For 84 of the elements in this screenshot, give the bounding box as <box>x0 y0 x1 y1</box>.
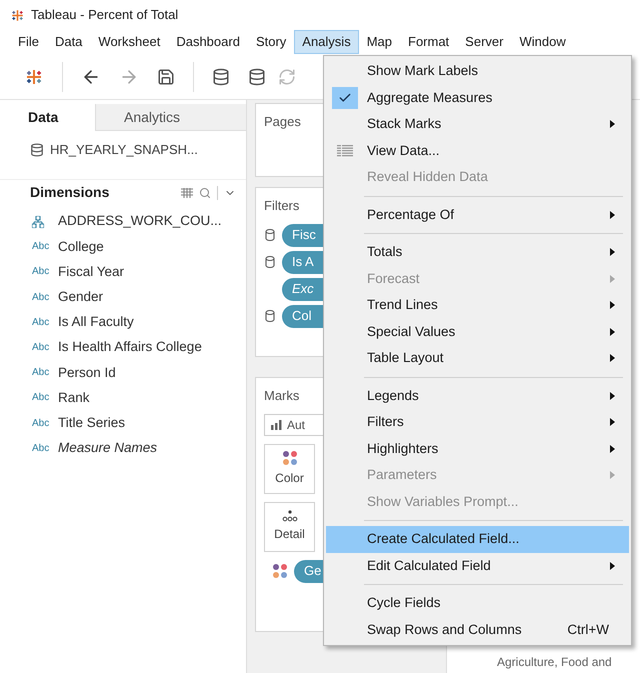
dimension-field[interactable]: Is Health Affairs College <box>58 337 202 358</box>
table-grid-icon <box>336 144 352 157</box>
detail-dots-icon <box>282 510 298 522</box>
dimension-field[interactable]: Person Id <box>58 362 116 383</box>
bar-chart-icon <box>271 420 283 430</box>
string-type-label: Abc <box>32 316 50 330</box>
submenu-arrow-icon <box>610 248 615 256</box>
cylinder-icon <box>265 310 275 322</box>
axis-label: Agriculture, Food and <box>497 654 613 671</box>
menu-item[interactable]: Trend Lines <box>326 292 629 318</box>
dimension-field[interactable]: Fiscal Year <box>58 262 124 282</box>
menu-item[interactable]: Cycle Fields <box>326 590 629 616</box>
menu-item[interactable]: Table Layout <box>326 345 629 372</box>
shortcut-text: Ctrl+W <box>567 620 609 639</box>
string-type-label: Abc <box>32 290 50 305</box>
menu-item[interactable]: Totals <box>326 239 629 266</box>
submenu-arrow-icon <box>610 210 615 219</box>
menu-item[interactable]: View Data... <box>326 138 629 164</box>
menu-bar-item[interactable]: Dashboard <box>168 30 248 54</box>
menu-item[interactable]: Special Values <box>326 318 629 345</box>
menu-bar-item[interactable]: Format <box>400 30 458 54</box>
string-type-label: Abc <box>32 341 50 356</box>
string-type-label: Abc <box>32 416 50 431</box>
menu-item[interactable]: Filters <box>326 409 629 436</box>
menu-item[interactable]: Swap Rows and Columns Ctrl+W <box>326 616 629 643</box>
new-data-source-button[interactable] <box>212 68 230 86</box>
submenu-arrow-icon <box>610 418 615 426</box>
submenu-arrow-icon <box>610 301 615 310</box>
dimension-field[interactable]: Is All Faculty <box>58 312 134 332</box>
submenu-arrow-icon <box>610 392 615 400</box>
menu-bar-item[interactable]: Server <box>457 30 512 54</box>
cylinder-icon <box>265 256 275 268</box>
submenu-arrow-icon <box>610 354 615 362</box>
menu-bar-item[interactable]: Window <box>511 30 574 54</box>
string-type-label: Abc <box>32 442 50 456</box>
dimension-field[interactable]: Title Series <box>58 412 126 434</box>
tableau-logo-icon <box>10 8 25 22</box>
dimension-field[interactable]: College <box>58 236 104 257</box>
menu-bar-item[interactable]: Analysis <box>294 30 359 54</box>
menu-bar-item[interactable]: Story <box>248 30 294 54</box>
pause-updates-button[interactable] <box>248 68 266 86</box>
menu-item[interactable]: Edit Calculated Field <box>326 552 629 579</box>
card-title: Filters <box>264 197 300 215</box>
mark-property-button[interactable]: Detail <box>264 502 315 552</box>
menu-item[interactable]: Aggregate Measures <box>326 84 629 111</box>
color-dots-icon <box>272 563 288 579</box>
string-type-label: Abc <box>32 265 50 280</box>
menu-bar-item[interactable]: Data <box>46 30 90 54</box>
save-button[interactable] <box>157 68 175 86</box>
card-title: Pages <box>264 113 301 131</box>
string-type-label: Abc <box>32 391 50 406</box>
submenu-arrow-icon <box>610 274 615 283</box>
window-title: Tableau - Percent of Total <box>31 6 178 24</box>
search-icon <box>199 186 211 198</box>
dimension-field[interactable]: Measure Names <box>58 438 158 458</box>
menu-bar-item[interactable]: Worksheet <box>90 30 168 54</box>
data-source-name: HR_YEARLY_SNAPSH... <box>50 141 198 160</box>
submenu-arrow-icon <box>610 120 615 128</box>
menu-bar-item[interactable]: Map <box>358 30 400 54</box>
menu-item[interactable]: Create Calculated Field... <box>326 526 629 552</box>
card-title: Marks <box>264 387 300 405</box>
mark-property-button[interactable]: Color <box>264 444 315 494</box>
section-title: Dimensions <box>30 183 110 202</box>
submenu-arrow-icon <box>610 444 615 453</box>
hierarchy-icon <box>32 216 44 228</box>
grid-view-icon <box>181 188 193 198</box>
menu-item[interactable]: Percentage Of <box>326 202 629 228</box>
color-dots-icon <box>282 450 298 466</box>
cylinder-icon <box>265 229 275 241</box>
side-panel-tab[interactable]: Analytics <box>95 104 246 131</box>
menu-item[interactable]: Highlighters <box>326 436 629 462</box>
submenu-arrow-icon <box>610 562 615 570</box>
string-type-label: Abc <box>32 366 50 380</box>
submenu-arrow-icon <box>610 471 615 480</box>
menu-item[interactable]: Show Mark Labels <box>326 58 629 84</box>
menu-bar-item[interactable]: File <box>10 30 47 54</box>
menu-item[interactable]: Legends <box>326 382 629 409</box>
dimension-field[interactable]: Gender <box>58 287 104 308</box>
menu-item[interactable]: Stack Marks <box>326 111 629 138</box>
submenu-arrow-icon <box>610 328 615 336</box>
dimension-field[interactable]: Rank <box>58 388 90 408</box>
dimension-field[interactable]: ADDRESS_WORK_COU... <box>58 211 222 232</box>
data-source-icon <box>30 143 44 157</box>
string-type-label: Abc <box>32 240 50 254</box>
